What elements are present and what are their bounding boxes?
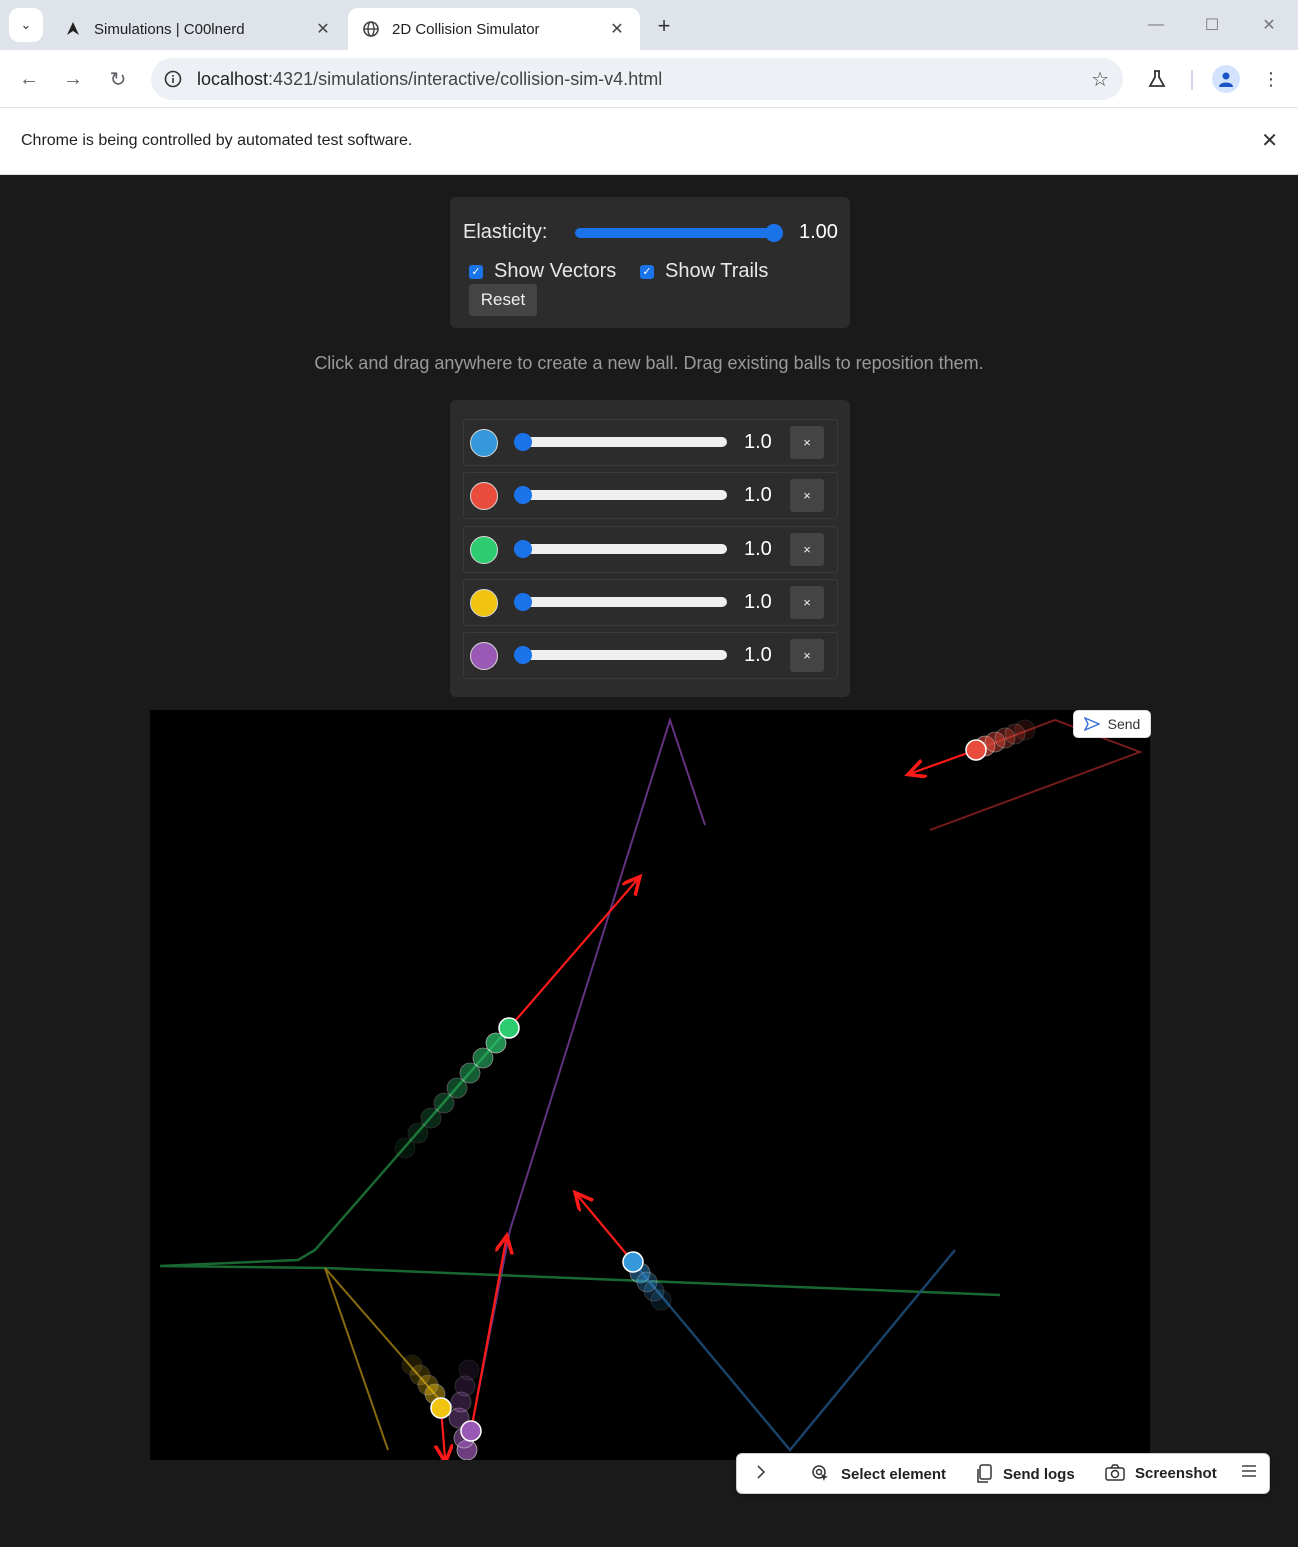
devtools-toolbar: Select element Send logs Screenshot [736, 1453, 1270, 1494]
yellow-trail [324, 1267, 441, 1451]
site-logo-icon [64, 20, 82, 38]
remove-ball-button[interactable]: × [790, 585, 824, 619]
ball-row: 1.0 × [463, 578, 838, 626]
reset-button[interactable]: Reset [469, 284, 537, 316]
mass-value: 1.0 [744, 431, 772, 453]
instructions-text: Click and drag anywhere to create a new … [314, 353, 984, 373]
pointer-target-icon [812, 1465, 828, 1481]
mass-value: 1.0 [744, 484, 772, 507]
simulation-canvas[interactable] [150, 710, 1150, 1460]
remove-ball-button[interactable]: × [790, 532, 824, 566]
tab-simulations[interactable]: Simulations | C00lnerd ✕ [50, 8, 346, 50]
tab-search-button[interactable]: ⌄ [9, 8, 43, 42]
elasticity-value: 1.00 [799, 221, 838, 243]
infobar-message: Chrome is being controlled by automated … [21, 132, 413, 149]
ball-color-swatch [470, 642, 498, 671]
page-content: Elasticity: 1.00 ✓ Show Vectors ✓ Show T… [0, 175, 1298, 1547]
green-ball [498, 1017, 520, 1039]
back-icon[interactable]: ← [14, 64, 44, 94]
ball-list-panel: 1.0 × 1.0 × 1.0 × 1.0 × 1.0 × [450, 400, 850, 697]
send-logs-button[interactable]: Send logs [975, 1464, 1075, 1484]
ball-row: 1.0 × [463, 525, 838, 573]
ball-row: 1.0 × [463, 472, 838, 520]
labs-flask-icon[interactable] [1142, 64, 1172, 94]
hamburger-menu-icon[interactable] [1241, 1464, 1267, 1478]
tab-collision-simulator[interactable]: 2D Collision Simulator ✕ [348, 8, 640, 50]
blue-trail [632, 1249, 956, 1452]
url-text: localhost:4321/simulations/interactive/c… [197, 68, 663, 89]
ball-row: 1.0 × [463, 419, 838, 466]
green-trail [159, 1029, 1001, 1297]
ball-color-swatch [470, 535, 498, 564]
mass-value: 1.0 [744, 644, 772, 667]
toolbar-divider [1191, 70, 1193, 90]
checkbox-checked-icon[interactable]: ✓ [640, 264, 654, 279]
minimize-icon[interactable]: — [1141, 10, 1171, 40]
red-ball [965, 739, 987, 761]
yellow-ghosts [401, 1354, 446, 1405]
screenshot-button[interactable]: Screenshot [1105, 1464, 1217, 1482]
mass-slider[interactable] [514, 486, 727, 505]
automation-infobar: Chrome is being controlled by automated … [0, 108, 1298, 175]
copy-logs-icon [977, 1464, 992, 1483]
send-button[interactable]: Send [1073, 710, 1151, 738]
chevron-down-icon: ⌄ [20, 17, 32, 32]
select-element-button[interactable]: Select element [811, 1464, 946, 1484]
mass-value: 1.0 [744, 590, 772, 613]
site-info-icon[interactable] [161, 67, 185, 91]
expand-chevron-icon[interactable] [755, 1464, 777, 1480]
close-tab-icon[interactable]: ✕ [310, 16, 336, 42]
green-ghosts [394, 1032, 507, 1159]
ball-color-swatch [470, 482, 498, 511]
close-infobar-icon[interactable]: ✕ [1261, 128, 1278, 153]
show-trails-checkbox[interactable]: ✓ Show Trails [640, 260, 768, 283]
blue-ball [622, 1251, 644, 1273]
tab-title: Simulations | C00lnerd [94, 20, 245, 38]
maximize-icon[interactable]: ☐ [1197, 10, 1227, 40]
reload-icon[interactable]: ↻ [103, 64, 133, 94]
mass-slider[interactable] [514, 646, 727, 665]
checkbox-checked-icon[interactable]: ✓ [469, 264, 483, 279]
close-window-icon[interactable]: ✕ [1254, 10, 1284, 40]
controls-panel: Elasticity: 1.00 ✓ Show Vectors ✓ Show T… [450, 197, 850, 328]
elasticity-slider[interactable] [575, 224, 783, 242]
send-icon [1083, 717, 1100, 731]
purple-trail [469, 716, 706, 1436]
mass-slider[interactable] [514, 539, 727, 558]
tab-strip: ⌄ Simulations | C00lnerd ✕ 2D Collision … [0, 0, 1298, 50]
yellow-ball [430, 1397, 452, 1419]
mass-slider[interactable] [514, 592, 727, 611]
remove-ball-button[interactable]: × [790, 639, 824, 673]
tab-title: 2D Collision Simulator [392, 20, 540, 38]
profile-avatar-icon[interactable] [1212, 65, 1240, 93]
mass-value: 1.0 [744, 537, 772, 560]
camera-icon [1105, 1464, 1125, 1481]
show-vectors-checkbox[interactable]: ✓ Show Vectors [469, 260, 616, 283]
ball-color-swatch [470, 588, 498, 617]
purple-ball [460, 1420, 482, 1442]
new-tab-button[interactable]: + [650, 12, 678, 40]
remove-ball-button[interactable]: × [790, 426, 824, 459]
ball-color-swatch [470, 429, 498, 457]
remove-ball-button[interactable]: × [790, 479, 824, 513]
browser-toolbar: ← → ↻ localhost:4321/simulations/interac… [0, 50, 1298, 108]
bookmark-star-icon[interactable]: ☆ [1091, 67, 1109, 92]
close-tab-icon[interactable]: ✕ [604, 16, 630, 42]
address-bar[interactable]: localhost:4321/simulations/interactive/c… [151, 58, 1123, 100]
elasticity-label: Elasticity: [463, 221, 548, 243]
menu-kebab-icon[interactable]: ⋮ [1256, 64, 1286, 94]
globe-icon [362, 20, 380, 38]
mass-slider[interactable] [514, 433, 727, 451]
ball-row: 1.0 × [463, 632, 838, 680]
forward-icon[interactable]: → [58, 64, 88, 94]
